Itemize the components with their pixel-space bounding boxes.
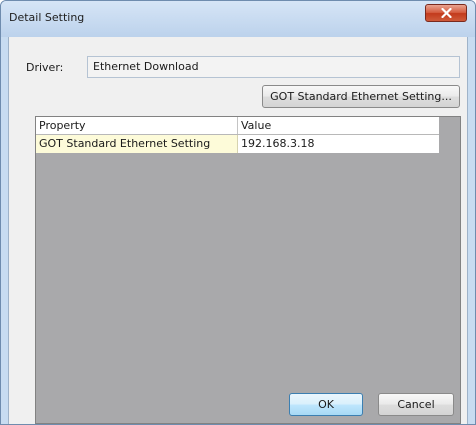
dialog-body: Driver: Ethernet Download GOT Standard E… — [8, 37, 468, 424]
cancel-button[interactable]: Cancel — [378, 393, 454, 416]
driver-field: Ethernet Download — [87, 56, 460, 78]
detail-setting-dialog: Detail Setting Driver: Ethernet Download… — [0, 0, 476, 425]
title-bar[interactable]: Detail Setting — [1, 1, 475, 37]
window-title: Detail Setting — [9, 11, 85, 24]
grid-header: Property Value — [36, 117, 439, 135]
column-header-value[interactable]: Value — [238, 117, 439, 134]
property-grid: Property Value GOT Standard Ethernet Set… — [35, 116, 461, 424]
got-standard-ethernet-setting-button[interactable]: GOT Standard Ethernet Setting... — [262, 85, 460, 108]
ok-button[interactable]: OK — [289, 393, 363, 416]
property-cell[interactable]: GOT Standard Ethernet Setting — [36, 135, 238, 153]
value-cell[interactable]: 192.168.3.18 — [238, 135, 439, 153]
close-button[interactable] — [425, 4, 467, 22]
column-header-property[interactable]: Property — [36, 117, 238, 134]
driver-label: Driver: — [26, 61, 64, 74]
table-row[interactable]: GOT Standard Ethernet Setting 192.168.3.… — [36, 135, 439, 153]
close-icon — [441, 8, 452, 18]
